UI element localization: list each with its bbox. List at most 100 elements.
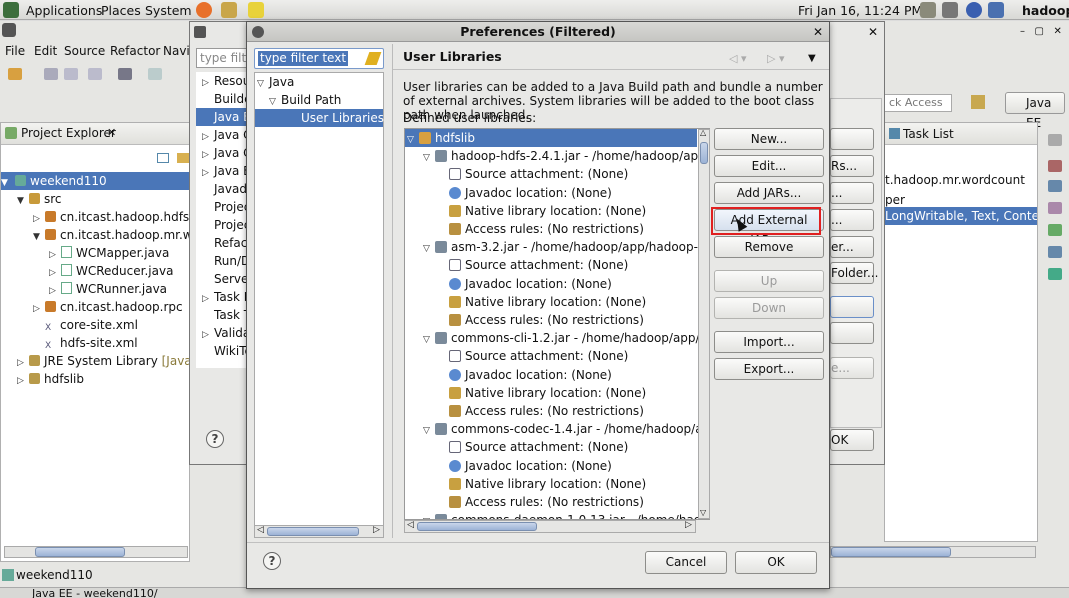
behind-tree-item[interactable]: Serve [214, 270, 248, 288]
library-tree-item[interactable]: Javadoc location: (None) [405, 184, 612, 202]
tree-item-src[interactable]: ▼ src [17, 190, 62, 208]
menu-applications[interactable]: Applications [26, 3, 102, 18]
library-tree-item[interactable]: Access rules: (No restrictions) [405, 311, 644, 329]
behind-tree-item[interactable]: ▷Task R [202, 288, 248, 306]
view-menu-icon[interactable]: ▼ [808, 53, 816, 64]
menu-refactor[interactable]: Refactor [110, 44, 160, 58]
behind-tree-item[interactable]: ▷ Valida [202, 324, 248, 342]
edit-button[interactable]: Edit... [714, 155, 824, 177]
bluetooth-icon[interactable] [966, 2, 982, 18]
behind-ok-button[interactable]: OK [830, 429, 874, 451]
library-tree-item[interactable]: Access rules: (No restrictions) [405, 220, 644, 238]
tree-item-wcreducer[interactable]: ▷ WCReducer.java [49, 262, 173, 280]
expand-arrow-icon[interactable]: ▽ [423, 513, 435, 519]
mail-icon[interactable] [221, 2, 237, 18]
tree-item-wcrunner[interactable]: ▷ WCRunner.java [49, 280, 167, 298]
tree-item-core-site[interactable]: Xcore-site.xml [45, 316, 138, 334]
behind-tree-item[interactable]: WikiTe [214, 342, 248, 360]
behind-button[interactable] [830, 296, 874, 318]
behind-button[interactable]: Folder... [830, 262, 878, 284]
menu-source[interactable]: Source [64, 44, 105, 58]
dialog-window-icon[interactable] [252, 26, 264, 38]
library-tree-item[interactable]: ▽ commons-codec-1.4.jar - /home/hadoop/ap… [405, 420, 709, 438]
library-tree-item[interactable]: Native library location: (None) [405, 202, 646, 220]
trim-icon-4[interactable] [1048, 202, 1062, 214]
print-icon[interactable] [88, 68, 102, 80]
behind-button[interactable] [830, 128, 874, 150]
library-hscrollbar[interactable]: ◁ ▷ [404, 520, 696, 533]
library-tree-item[interactable]: Source attachment: (None) [405, 256, 628, 274]
behind-button[interactable]: Rs... [830, 155, 874, 177]
new-icon[interactable] [8, 68, 22, 80]
behind-tree-item[interactable]: Projec [214, 198, 248, 216]
task-hscrollbar[interactable] [830, 546, 1036, 558]
behind-tree-item[interactable]: ▷ Java E [202, 162, 248, 180]
quick-access-input[interactable]: ck Access [884, 94, 952, 112]
library-tree-item[interactable]: ▽ hdfslib [405, 129, 697, 147]
library-tree-item[interactable]: Native library location: (None) [405, 384, 646, 402]
network-icon[interactable] [920, 2, 936, 18]
cancel-button[interactable]: Cancel [645, 551, 727, 574]
import-button[interactable]: Import... [714, 331, 824, 353]
remove-button[interactable]: Remove [714, 236, 824, 258]
sash[interactable] [392, 44, 393, 538]
library-tree-item[interactable]: Native library location: (None) [405, 293, 646, 311]
library-tree-item[interactable]: ▽ commons-cli-1.2.jar - /home/hadoop/app/… [405, 329, 709, 347]
library-tree-item[interactable]: Native library location: (None) [405, 475, 646, 493]
behind-help-icon[interactable]: ? [206, 430, 224, 448]
tree-item-wcmapper[interactable]: ▷ WCMapper.java [49, 244, 169, 262]
task-line-3[interactable]: LongWritable, Text, Context) [885, 207, 1037, 225]
down-button[interactable]: Down [714, 297, 824, 319]
behind-tree-item[interactable]: Run/D [214, 252, 248, 270]
library-tree-item[interactable]: Javadoc location: (None) [405, 366, 612, 384]
behind-button[interactable]: ... [830, 182, 874, 204]
library-tree-item[interactable]: Source attachment: (None) [405, 438, 628, 456]
tree-item-pkg-hdfs[interactable]: ▷ cn.itcast.hadoop.hdfs [33, 208, 189, 226]
run-icon[interactable] [148, 68, 162, 80]
add-jars-button[interactable]: Add JARs... [714, 182, 824, 204]
task-list-title[interactable]: Task List [903, 127, 954, 141]
notes-icon[interactable] [248, 2, 264, 18]
save-icon[interactable] [44, 68, 58, 80]
behind-tree-item[interactable]: ▷ Java C [202, 126, 248, 144]
library-tree-item[interactable]: Source attachment: (None) [405, 165, 628, 183]
gnome-foot-icon[interactable] [3, 2, 19, 18]
library-tree-item[interactable]: Access rules: (No restrictions) [405, 402, 644, 420]
trim-icon-7[interactable] [1048, 268, 1062, 280]
library-tree-item[interactable]: ▽asm-3.2.jar - /home/hadoop/app/hadoop-2… [405, 238, 709, 256]
new-button[interactable]: New... [714, 128, 824, 150]
explorer-hscrollbar[interactable] [4, 546, 188, 558]
firefox-icon[interactable] [196, 2, 212, 18]
ok-button[interactable]: OK [735, 551, 817, 574]
trim-icon-6[interactable] [1048, 246, 1062, 258]
menu-places[interactable]: Places [101, 3, 141, 18]
window-controls[interactable]: – ▢ ✕ [1020, 26, 1062, 37]
tree-item-pkg-rpc[interactable]: ▷ cn.itcast.hadoop.rpc [33, 298, 183, 316]
behind-button[interactable]: er... [830, 236, 874, 258]
behind-tree-item[interactable]: Builde [214, 90, 248, 108]
behind-button[interactable]: e... [830, 357, 874, 379]
project-explorer-title[interactable]: Project Explorer [21, 126, 116, 140]
dialog-title[interactable]: Preferences (Filtered) [247, 22, 829, 42]
menu-system[interactable]: System [145, 3, 192, 18]
forward-icon[interactable]: ▷ ▾ [767, 52, 784, 65]
library-tree-item[interactable]: Javadoc location: (None) [405, 275, 612, 293]
library-tree-item[interactable]: Access rules: (No restrictions) [405, 493, 644, 511]
clear-filter-icon[interactable] [364, 52, 382, 65]
open-perspective-icon[interactable] [971, 95, 985, 109]
filter-input[interactable]: type filter text [254, 48, 384, 69]
close-icon[interactable]: ✕ [107, 126, 116, 139]
back-icon[interactable]: ◁ ▾ [729, 52, 746, 65]
behind-close-icon[interactable]: ✕ [868, 25, 878, 39]
menu-file[interactable]: File [5, 44, 25, 58]
tree-item-weekend110[interactable]: ▼ weekend110 [1, 172, 189, 190]
display-icon[interactable] [988, 2, 1004, 18]
behind-tree-item[interactable]: ▷ Java C [202, 144, 248, 162]
behind-button[interactable]: ... [830, 209, 874, 231]
up-button[interactable]: Up [714, 270, 824, 292]
menu-navigate[interactable]: Navi [163, 44, 190, 58]
behind-tree-item[interactable]: ▷ Resou [202, 72, 248, 90]
library-vscrollbar[interactable]: △ ▽ [698, 128, 710, 519]
trim-icon-2[interactable] [1048, 160, 1062, 172]
tree-item-jre[interactable]: ▷ JRE System Library [JavaSE- [17, 352, 211, 370]
